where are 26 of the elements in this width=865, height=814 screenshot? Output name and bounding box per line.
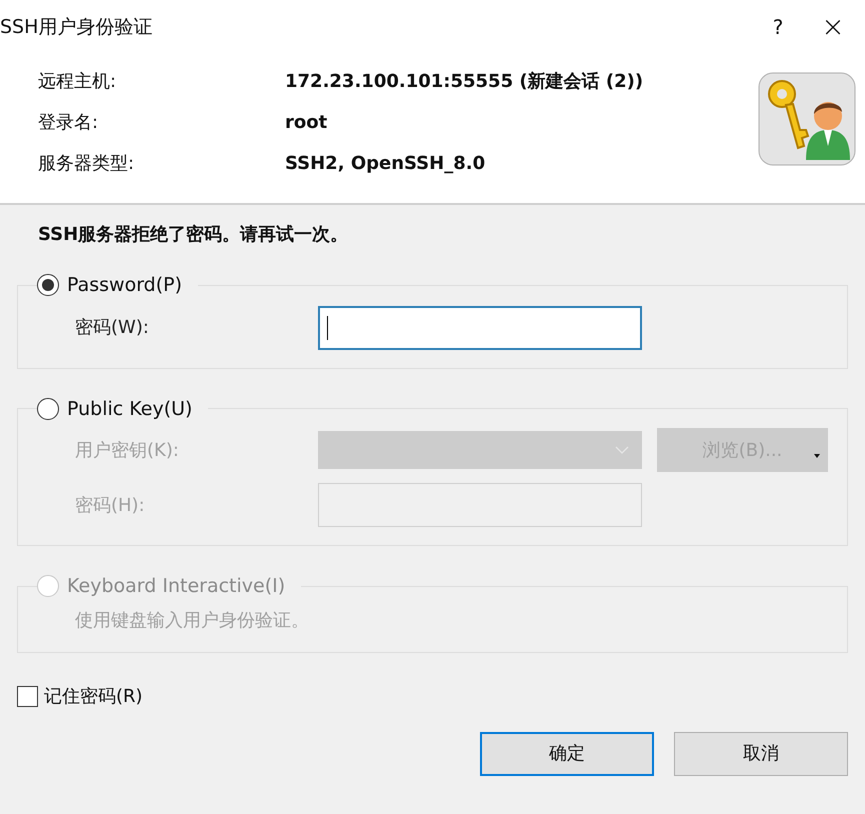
info-label: 登录名: bbox=[37, 111, 100, 135]
info-label: 远程主机: bbox=[37, 70, 118, 94]
info-value: SSH2, OpenSSH_8.0 bbox=[285, 152, 486, 176]
close-button[interactable]: × bbox=[801, 6, 865, 48]
method-description: 使用键盘输入用户身份验证。 bbox=[75, 608, 310, 632]
field-label: 密码(H): bbox=[75, 494, 146, 518]
info-value: 172.23.100.101:55555 (新建会话 (2)) bbox=[285, 70, 644, 94]
chevron-down-icon bbox=[615, 446, 629, 454]
window-title: SSH用户身份验证 bbox=[0, 14, 154, 40]
info-value: root bbox=[285, 111, 328, 135]
info-label: 服务器类型: bbox=[37, 152, 136, 176]
dialog-button[interactable]: 取消 bbox=[674, 732, 848, 776]
field-label: 用户密钥(K): bbox=[75, 438, 180, 462]
field-label: 密码(W): bbox=[75, 316, 150, 340]
radio-button[interactable] bbox=[37, 274, 59, 296]
checkbox[interactable] bbox=[17, 686, 38, 706]
method-label[interactable]: Password(P) bbox=[67, 271, 182, 300]
method-label[interactable]: Public Key(U) bbox=[67, 394, 192, 423]
help-button[interactable]: ? bbox=[755, 12, 801, 42]
password-field[interactable] bbox=[318, 306, 642, 350]
dropdown-arrow-icon bbox=[814, 454, 820, 458]
error-message: SSH服务器拒绝了密码。请再试一次。 bbox=[38, 224, 348, 245]
radio-button[interactable] bbox=[37, 398, 59, 420]
user-key-icon bbox=[758, 72, 856, 166]
checkbox-label: 记住密码(R) bbox=[44, 684, 143, 708]
dialog-button[interactable]: 确定 bbox=[480, 732, 654, 776]
